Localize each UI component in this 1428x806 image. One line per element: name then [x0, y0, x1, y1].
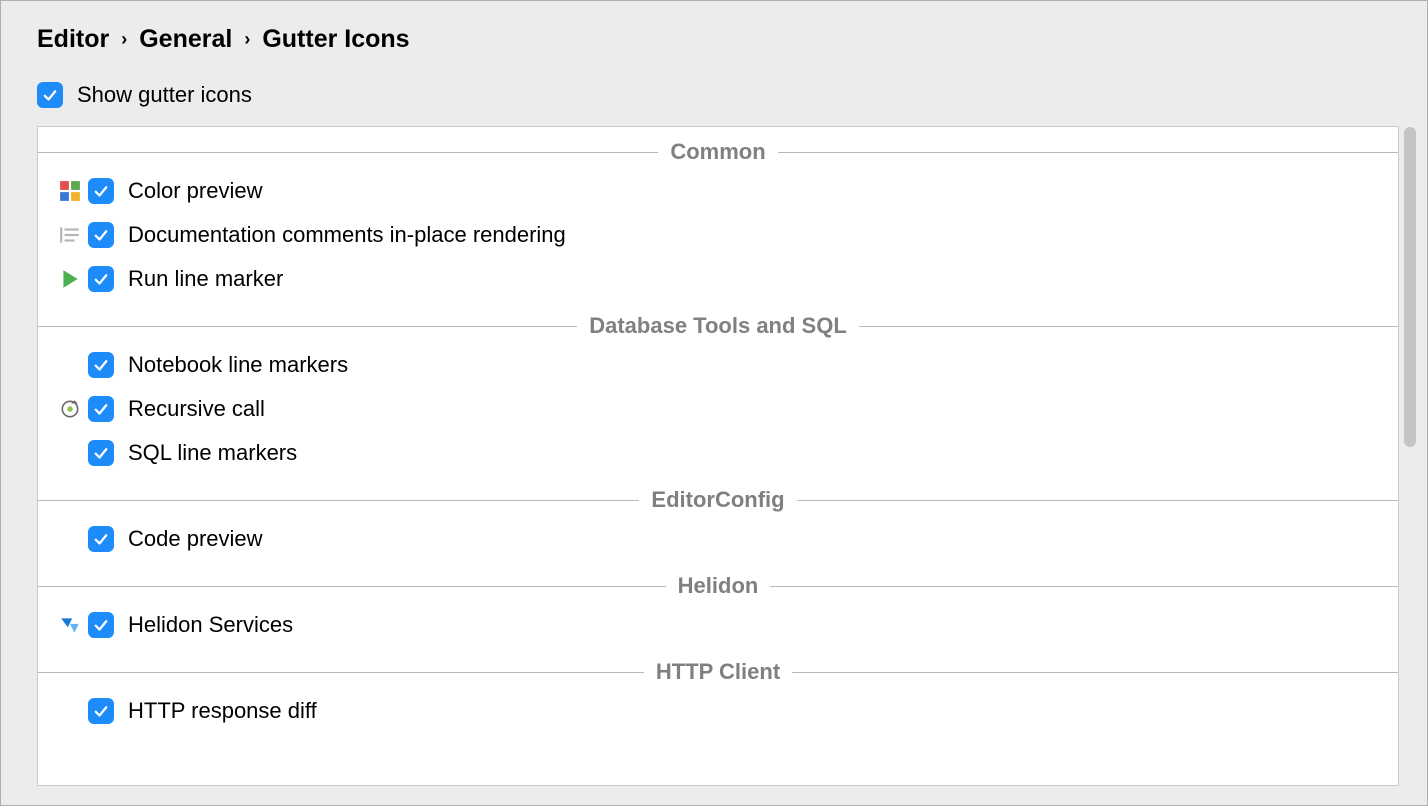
- scrollbar[interactable]: [1404, 127, 1416, 447]
- checkbox-notebook-line-markers[interactable]: [88, 352, 114, 378]
- section-title-helidon: Helidon: [666, 573, 771, 599]
- checkbox-run-line-marker[interactable]: [88, 266, 114, 292]
- label-color-preview: Color preview: [128, 178, 263, 204]
- section-title-httpclient: HTTP Client: [644, 659, 792, 685]
- color-grid-icon: [52, 180, 88, 202]
- label-code-preview: Code preview: [128, 526, 263, 552]
- label-http-response-diff: HTTP response diff: [128, 698, 317, 724]
- row-recursive-call: Recursive call: [38, 387, 1398, 431]
- label-doc-comments: Documentation comments in-place renderin…: [128, 222, 566, 248]
- breadcrumb-general[interactable]: General: [139, 25, 232, 54]
- helidon-icon: [52, 614, 88, 636]
- doc-lines-icon: [52, 224, 88, 246]
- section-helidon: Helidon: [38, 569, 1398, 603]
- checkbox-doc-comments[interactable]: [88, 222, 114, 248]
- checkbox-recursive-call[interactable]: [88, 396, 114, 422]
- breadcrumb-editor[interactable]: Editor: [37, 25, 109, 54]
- breadcrumb-gutter-icons: Gutter Icons: [262, 25, 409, 54]
- row-notebook-line-markers: Notebook line markers: [38, 343, 1398, 387]
- label-notebook-line-markers: Notebook line markers: [128, 352, 348, 378]
- section-title-common: Common: [658, 139, 777, 165]
- row-helidon-services: Helidon Services: [38, 603, 1398, 647]
- label-sql-line-markers: SQL line markers: [128, 440, 297, 466]
- section-database: Database Tools and SQL: [38, 309, 1398, 343]
- gutter-icons-panel: Common Color preview: [37, 126, 1399, 786]
- checkbox-http-response-diff[interactable]: [88, 698, 114, 724]
- breadcrumb: Editor › General › Gutter Icons: [37, 25, 1391, 54]
- section-editorconfig: EditorConfig: [38, 483, 1398, 517]
- row-doc-comments: Documentation comments in-place renderin…: [38, 213, 1398, 257]
- recursive-icon: [52, 398, 88, 420]
- show-gutter-icons-row: Show gutter icons: [37, 82, 1391, 108]
- chevron-right-icon: ›: [121, 29, 127, 50]
- row-http-response-diff: HTTP response diff: [38, 689, 1398, 733]
- checkbox-sql-line-markers[interactable]: [88, 440, 114, 466]
- row-run-line-marker: Run line marker: [38, 257, 1398, 301]
- checkbox-color-preview[interactable]: [88, 178, 114, 204]
- section-common: Common: [38, 135, 1398, 169]
- label-run-line-marker: Run line marker: [128, 266, 283, 292]
- header-area: Editor › General › Gutter Icons Show gut…: [1, 1, 1427, 126]
- chevron-right-icon: ›: [244, 29, 250, 50]
- row-color-preview: Color preview: [38, 169, 1398, 213]
- row-sql-line-markers: SQL line markers: [38, 431, 1398, 475]
- section-title-database: Database Tools and SQL: [577, 313, 859, 339]
- run-icon: [52, 268, 88, 290]
- label-recursive-call: Recursive call: [128, 396, 265, 422]
- checkbox-code-preview[interactable]: [88, 526, 114, 552]
- section-httpclient: HTTP Client: [38, 655, 1398, 689]
- show-gutter-icons-checkbox[interactable]: [37, 82, 63, 108]
- label-helidon-services: Helidon Services: [128, 612, 293, 638]
- section-title-editorconfig: EditorConfig: [639, 487, 796, 513]
- show-gutter-icons-label: Show gutter icons: [77, 82, 252, 108]
- checkbox-helidon-services[interactable]: [88, 612, 114, 638]
- row-code-preview: Code preview: [38, 517, 1398, 561]
